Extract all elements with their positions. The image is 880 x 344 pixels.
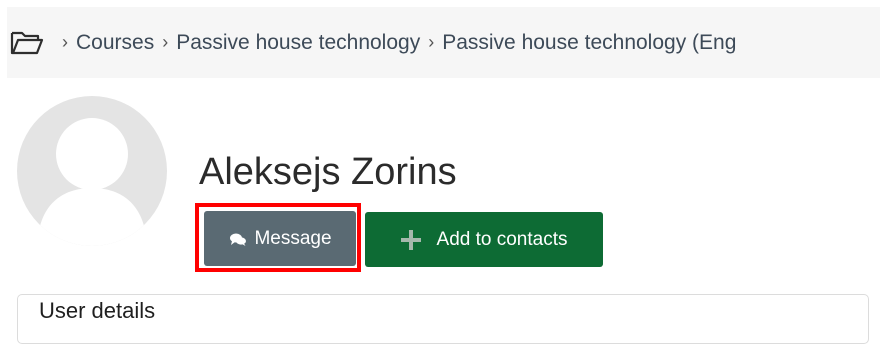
breadcrumb-separator: ›: [162, 32, 169, 52]
breadcrumb-item-course[interactable]: Passive house technology: [176, 31, 420, 55]
breadcrumb-separator: ›: [62, 32, 68, 52]
message-label: Message: [254, 227, 332, 249]
message-button[interactable]: Message: [204, 211, 356, 266]
breadcrumb-item-courses[interactable]: Courses: [76, 31, 154, 55]
chat-bubbles-icon: [228, 231, 248, 247]
add-to-contacts-label: Add to contacts: [436, 228, 568, 250]
breadcrumb-item-course-english[interactable]: Passive house technology (Eng: [442, 31, 736, 55]
folder-icon[interactable]: [10, 30, 44, 56]
default-user-avatar-icon: [37, 118, 147, 246]
user-details-heading: User details: [39, 298, 156, 323]
plus-icon: [400, 229, 421, 250]
add-to-contacts-button[interactable]: Add to contacts: [365, 212, 603, 267]
breadcrumb: › Courses › Passive house technology › P…: [7, 7, 880, 78]
avatar: [17, 96, 167, 246]
breadcrumb-separator: ›: [428, 32, 435, 52]
user-name: Aleksejs Zorins: [199, 151, 457, 193]
